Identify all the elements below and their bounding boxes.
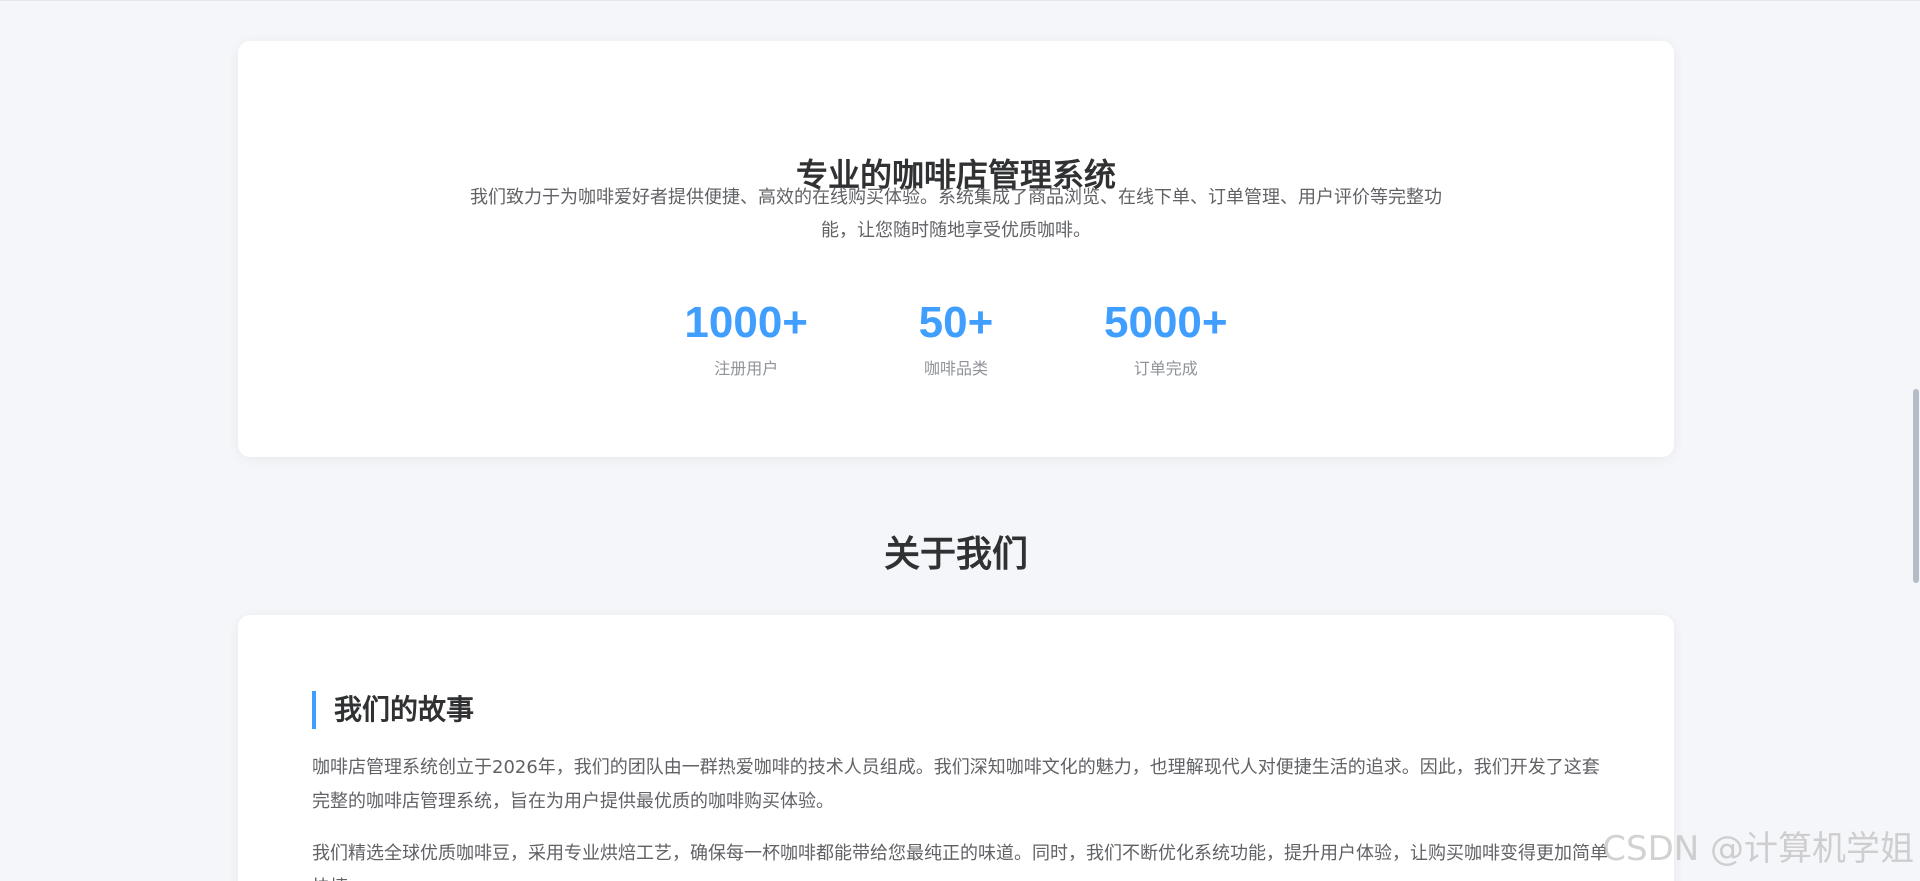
page: 专业的咖啡店管理系统 我们致力于为咖啡爱好者提供便捷、高效的在线购买体验。系统集… — [0, 0, 1920, 881]
stats-row: 1000+ 注册用户 50+ 咖啡品类 5000+ 订单完成 — [238, 296, 1674, 380]
intro-description: 我们致力于为咖啡爱好者提供便捷、高效的在线购买体验。系统集成了商品浏览、在线下单… — [470, 187, 1442, 241]
story-card: 我们的故事 咖啡店管理系统创立于2026年，我们的团队由一群热爱咖啡的技术人员组… — [238, 615, 1674, 881]
scrollbar-thumb[interactable] — [1913, 389, 1919, 583]
stat-label: 订单完成 — [1133, 359, 1198, 378]
about-section-title: 关于我们 — [883, 534, 1028, 575]
stat-label: 咖啡品类 — [923, 359, 988, 378]
stat-registered-users: 1000+ 注册用户 — [684, 296, 808, 380]
stat-value: 5000+ — [1104, 298, 1228, 347]
intro-card: 专业的咖啡店管理系统 我们致力于为咖啡爱好者提供便捷、高效的在线购买体验。系统集… — [238, 41, 1674, 457]
story-paragraph: 咖啡店管理系统创立于2026年，我们的团队由一群热爱咖啡的技术人员组成。我们深知… — [312, 757, 1600, 812]
stat-value: 1000+ — [684, 298, 808, 347]
story-paragraph: 我们精选全球优质咖啡豆，采用专业烘焙工艺，确保每一杯咖啡都能带给您最纯正的味道。… — [312, 843, 1608, 881]
page-scrollbar[interactable] — [1912, 1, 1920, 881]
story-title: 我们的故事 — [312, 691, 474, 729]
stat-orders-completed: 5000+ 订单完成 — [1104, 296, 1228, 380]
stat-coffee-categories: 50+ 咖啡品类 — [904, 296, 1008, 380]
stat-label: 注册用户 — [714, 359, 779, 378]
stat-value: 50+ — [918, 298, 994, 347]
